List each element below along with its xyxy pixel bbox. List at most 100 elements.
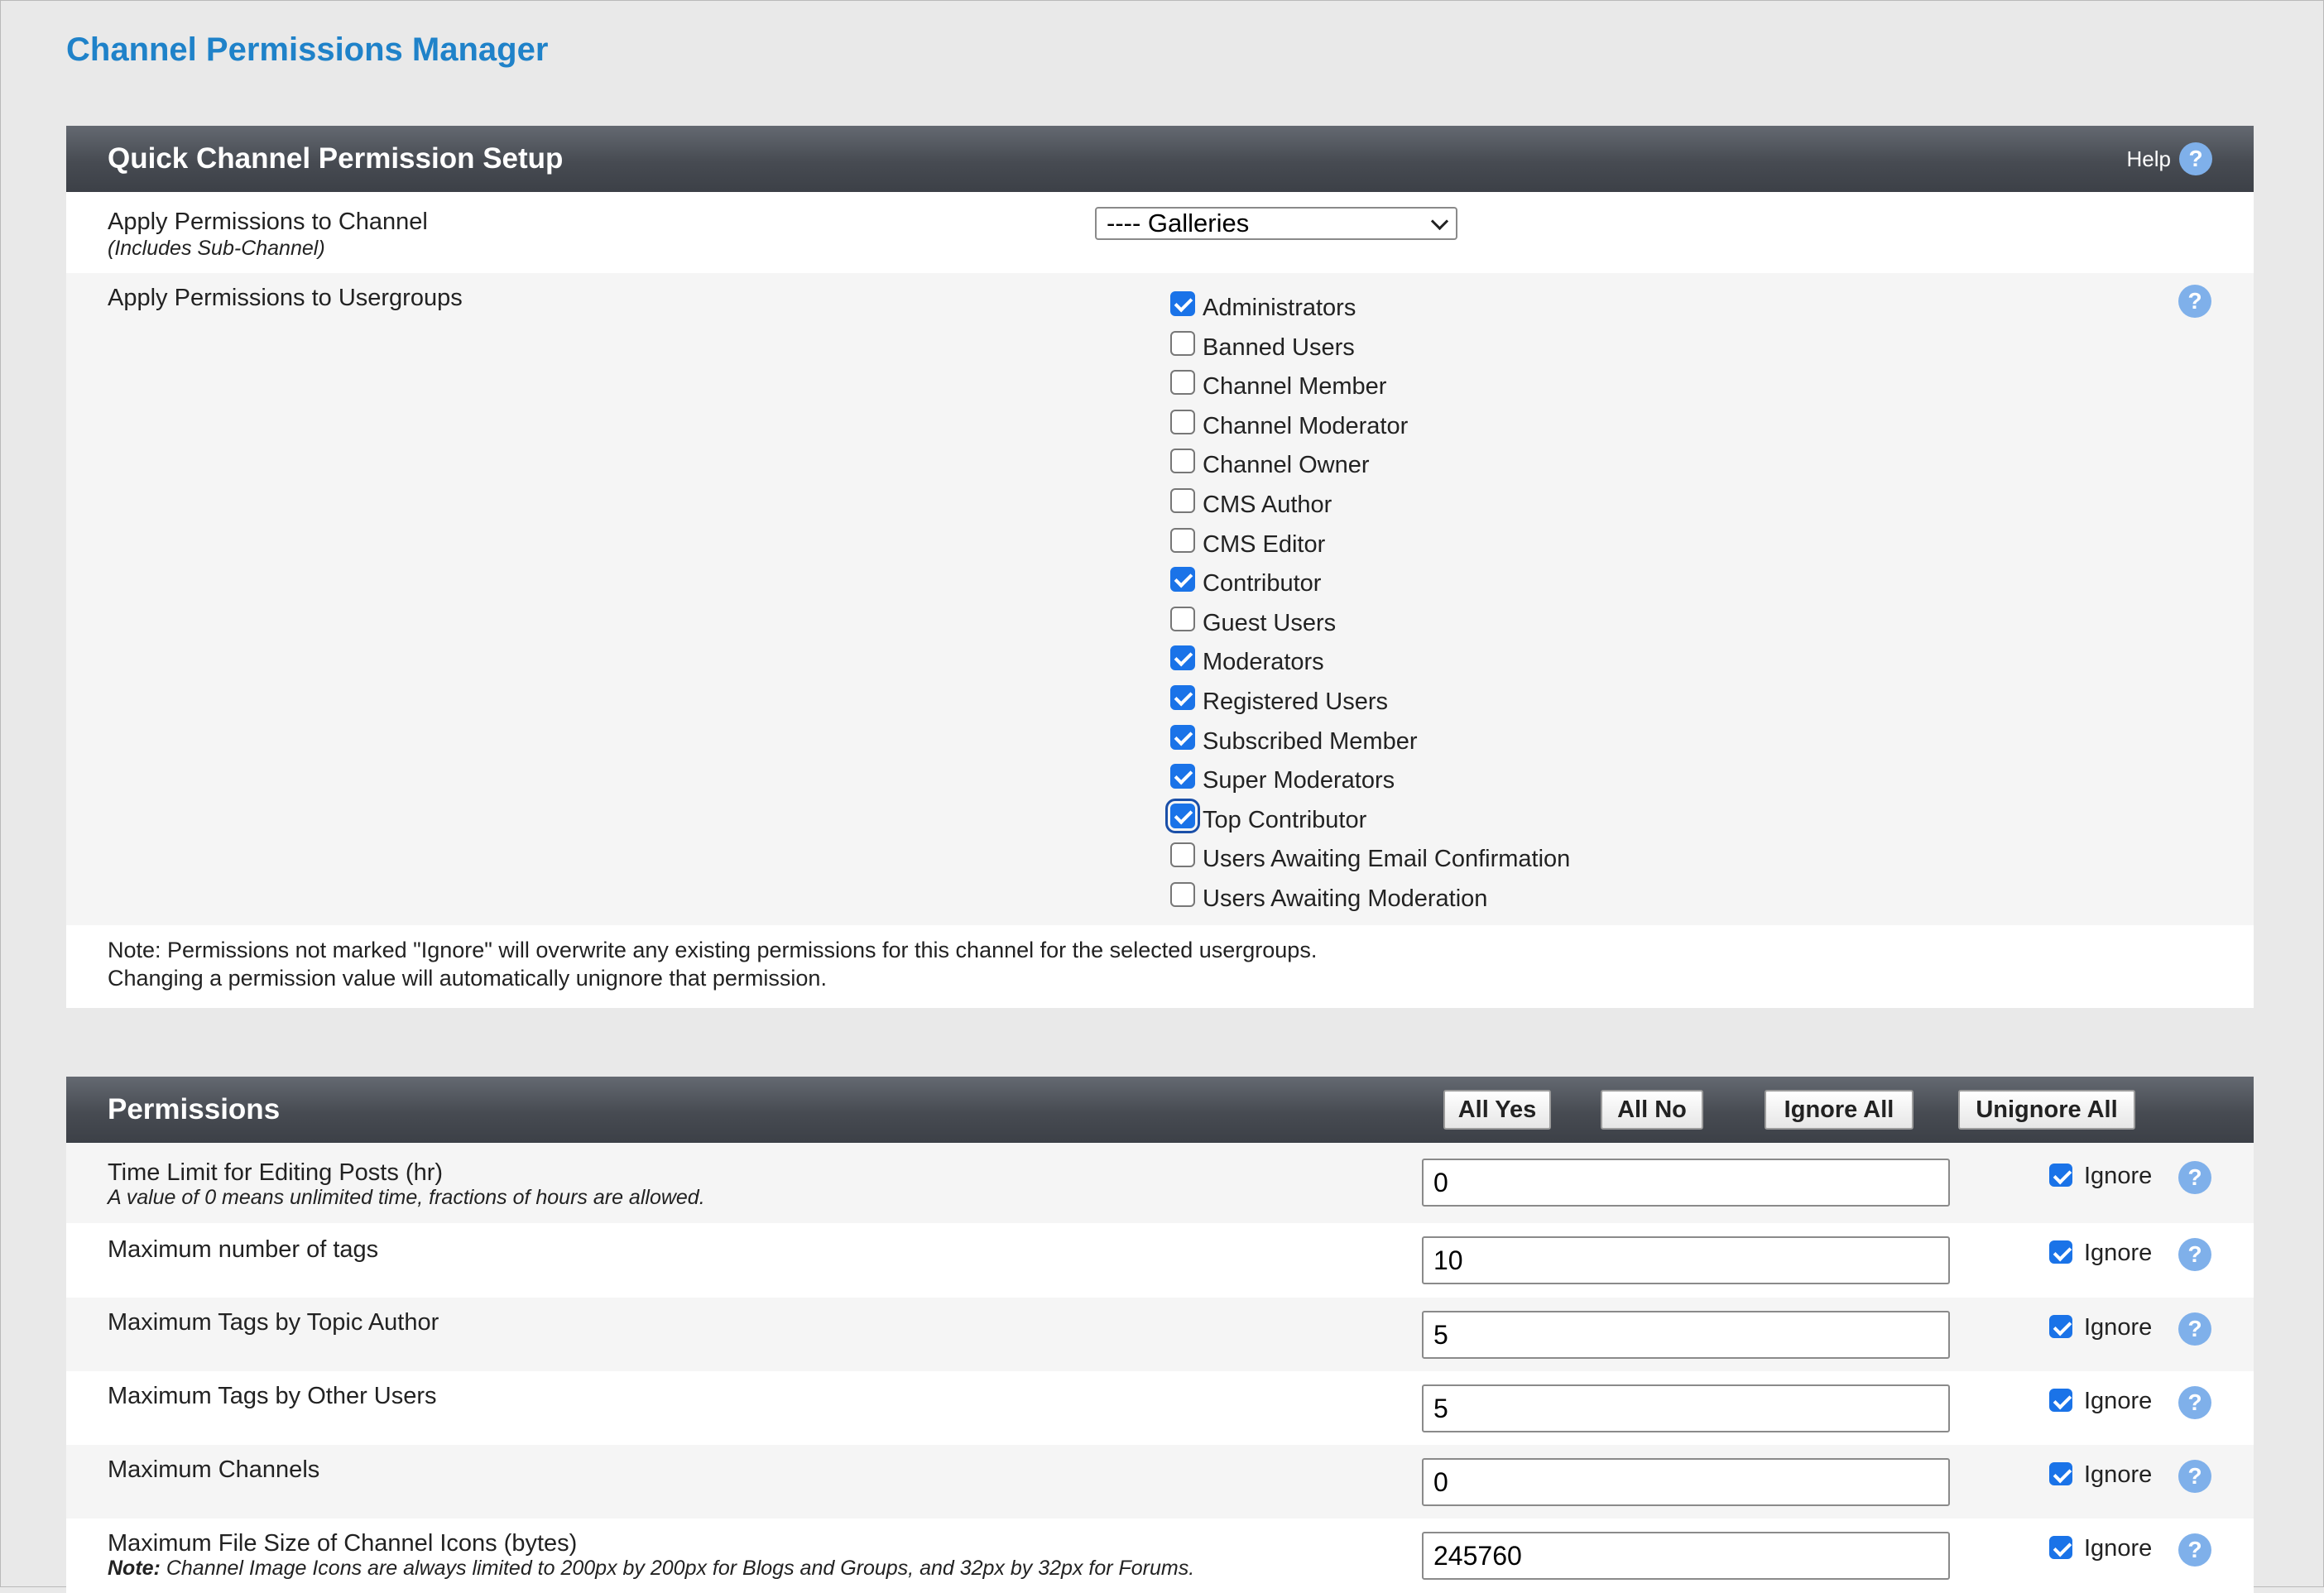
permission-value-input[interactable]: 5 bbox=[1422, 1311, 1950, 1359]
usergroup-checkbox[interactable] bbox=[1170, 842, 1195, 868]
permission-help-icon[interactable]: ? bbox=[2178, 1161, 2211, 1194]
permission-value-input[interactable]: 0 bbox=[1422, 1458, 1950, 1506]
quick-setup-header: Quick Channel Permission Setup Help ? bbox=[66, 126, 2254, 192]
permissions-title: Permissions bbox=[108, 1093, 281, 1125]
ignore-label[interactable]: Ignore bbox=[2084, 1163, 2152, 1190]
ignore-checkbox[interactable] bbox=[2049, 1164, 2072, 1187]
note-row: Note: Permissions not marked "Ignore" wi… bbox=[66, 925, 2254, 1008]
usergroup-label[interactable]: Channel Moderator bbox=[1203, 413, 1408, 440]
quick-setup-panel: Quick Channel Permission Setup Help ? Ap… bbox=[66, 126, 2254, 1008]
usergroup-checkbox[interactable] bbox=[1170, 527, 1195, 553]
channel-label: Apply Permissions to Channel bbox=[108, 209, 428, 235]
channel-sublabel: (Includes Sub-Channel) bbox=[108, 237, 325, 260]
permission-value: 5 bbox=[1433, 1320, 1448, 1350]
permission-label: Maximum Tags by Other Users bbox=[108, 1383, 437, 1409]
usergroup-label[interactable]: Subscribed Member bbox=[1203, 728, 1418, 756]
note-line-1: Note: Permissions not marked "Ignore" wi… bbox=[108, 938, 1318, 962]
ignore-label[interactable]: Ignore bbox=[2084, 1535, 2152, 1562]
usergroup-checkbox[interactable] bbox=[1170, 684, 1195, 710]
usergroup-label[interactable]: Guest Users bbox=[1203, 610, 1336, 637]
usergroup-checkbox[interactable] bbox=[1170, 449, 1195, 474]
usergroup-checkbox[interactable] bbox=[1170, 645, 1195, 671]
usergroup-label[interactable]: Users Awaiting Email Confirmation bbox=[1203, 846, 1570, 873]
permission-label: Maximum Channels bbox=[108, 1456, 320, 1483]
all-yes-button[interactable]: All Yes bbox=[1443, 1090, 1551, 1130]
permission-help-icon[interactable]: ? bbox=[2178, 1312, 2211, 1346]
usergroup-checkbox[interactable] bbox=[1165, 798, 1200, 833]
usergroup-label[interactable]: CMS Author bbox=[1203, 492, 1332, 519]
note-line-2: Changing a permission value will automat… bbox=[108, 966, 827, 991]
permission-row-maximum-number-of-tags: Maximum number of tags 10 Ignore? bbox=[66, 1223, 2254, 1298]
usergroup-checkbox[interactable] bbox=[1170, 291, 1195, 316]
ignore-checkbox[interactable] bbox=[2049, 1389, 2072, 1412]
permission-row-maximum-file-size-of-channel-icons-bytes: Maximum File Size of Channel Icons (byte… bbox=[66, 1519, 2254, 1593]
ignore-label[interactable]: Ignore bbox=[2084, 1388, 2152, 1415]
permission-value-input[interactable]: 245760 bbox=[1422, 1532, 1950, 1580]
all-no-button[interactable]: All No bbox=[1601, 1090, 1703, 1130]
usergroup-checkbox[interactable] bbox=[1170, 330, 1195, 356]
ignore-all-button[interactable]: Ignore All bbox=[1765, 1090, 1913, 1130]
permission-help-icon[interactable]: ? bbox=[2178, 1460, 2211, 1493]
permission-note: A value of 0 means unlimited time, fract… bbox=[108, 1186, 705, 1210]
usergroup-label[interactable]: Channel Owner bbox=[1203, 452, 1370, 479]
permission-note-text: A value of 0 means unlimited time, fract… bbox=[108, 1186, 705, 1209]
permission-note-prefix: Note: bbox=[108, 1557, 161, 1580]
usergroups-help-icon[interactable]: ? bbox=[2178, 285, 2211, 318]
usergroup-label[interactable]: Administrators bbox=[1203, 295, 1356, 322]
usergroup-checkbox[interactable] bbox=[1170, 487, 1195, 513]
permission-help-icon[interactable]: ? bbox=[2178, 1238, 2211, 1271]
permission-label: Maximum Tags by Topic Author bbox=[108, 1309, 439, 1336]
page-title: Channel Permissions Manager bbox=[66, 31, 549, 68]
usergroup-label[interactable]: Top Contributor bbox=[1203, 807, 1366, 834]
ignore-checkbox[interactable] bbox=[2049, 1240, 2072, 1264]
usergroups-label: Apply Permissions to Usergroups bbox=[108, 285, 463, 311]
usergroup-checkbox[interactable] bbox=[1170, 881, 1195, 907]
unignore-all-button[interactable]: Unignore All bbox=[1958, 1090, 2135, 1130]
help-link[interactable]: Help ? bbox=[2127, 142, 2212, 175]
ignore-label[interactable]: Ignore bbox=[2084, 1314, 2152, 1341]
permission-label: Maximum number of tags bbox=[108, 1236, 379, 1263]
ignore-checkbox[interactable] bbox=[2049, 1462, 2072, 1485]
permission-value-input[interactable]: 0 bbox=[1422, 1159, 1950, 1207]
quick-setup-title: Quick Channel Permission Setup bbox=[108, 142, 564, 175]
permissions-header: Permissions All Yes All No Ignore All Un… bbox=[66, 1077, 2254, 1143]
ignore-label[interactable]: Ignore bbox=[2084, 1240, 2152, 1267]
usergroup-label[interactable]: Channel Member bbox=[1203, 373, 1386, 401]
permission-label: Time Limit for Editing Posts (hr) bbox=[108, 1159, 444, 1186]
permission-value: 10 bbox=[1433, 1245, 1463, 1275]
permission-row-maximum-tags-by-topic-author: Maximum Tags by Topic Author 5 Ignore? bbox=[66, 1298, 2254, 1371]
usergroup-checkbox[interactable] bbox=[1170, 567, 1195, 593]
help-icon[interactable]: ? bbox=[2179, 142, 2212, 175]
permission-help-icon[interactable]: ? bbox=[2178, 1386, 2211, 1419]
usergroup-label[interactable]: Contributor bbox=[1203, 570, 1321, 597]
usergroup-checkbox[interactable] bbox=[1170, 409, 1195, 434]
usergroup-checkbox[interactable] bbox=[1170, 724, 1195, 750]
permission-value-input[interactable]: 10 bbox=[1422, 1236, 1950, 1284]
usergroup-checkbox[interactable] bbox=[1170, 370, 1195, 396]
usergroups-row: Apply Permissions to Usergroups Administ… bbox=[66, 273, 2254, 925]
permission-value-input[interactable]: 5 bbox=[1422, 1384, 1950, 1432]
permission-help-icon[interactable]: ? bbox=[2178, 1533, 2211, 1567]
channel-select-value: ---- Galleries bbox=[1107, 209, 1250, 238]
usergroup-checkbox[interactable] bbox=[1170, 764, 1195, 789]
usergroup-label[interactable]: Banned Users bbox=[1203, 334, 1355, 362]
usergroup-label[interactable]: CMS Editor bbox=[1203, 531, 1325, 559]
ignore-checkbox[interactable] bbox=[2049, 1536, 2072, 1559]
permission-note: Note: Channel Image Icons are always lim… bbox=[108, 1557, 1194, 1581]
usergroup-label[interactable]: Moderators bbox=[1203, 649, 1324, 676]
permission-row-maximum-channels: Maximum Channels 0 Ignore? bbox=[66, 1445, 2254, 1519]
permission-rows: Time Limit for Editing Posts (hr) A value… bbox=[66, 1143, 2254, 1593]
help-label: Help bbox=[2126, 146, 2171, 171]
permission-row-time-limit-for-editing-posts-hr: Time Limit for Editing Posts (hr) A value… bbox=[66, 1143, 2254, 1223]
permission-value: 0 bbox=[1433, 1467, 1448, 1497]
chevron-down-icon bbox=[1430, 212, 1449, 231]
ignore-label[interactable]: Ignore bbox=[2084, 1461, 2152, 1489]
permission-row-maximum-tags-by-other-users: Maximum Tags by Other Users 5 Ignore? bbox=[66, 1371, 2254, 1445]
ignore-checkbox[interactable] bbox=[2049, 1315, 2072, 1338]
usergroup-label[interactable]: Users Awaiting Moderation bbox=[1203, 885, 1487, 913]
permission-value: 5 bbox=[1433, 1394, 1448, 1423]
channel-select[interactable]: ---- Galleries bbox=[1095, 207, 1457, 240]
usergroup-label[interactable]: Super Moderators bbox=[1203, 767, 1395, 794]
usergroup-label[interactable]: Registered Users bbox=[1203, 689, 1388, 716]
usergroup-checkbox[interactable] bbox=[1170, 606, 1195, 631]
